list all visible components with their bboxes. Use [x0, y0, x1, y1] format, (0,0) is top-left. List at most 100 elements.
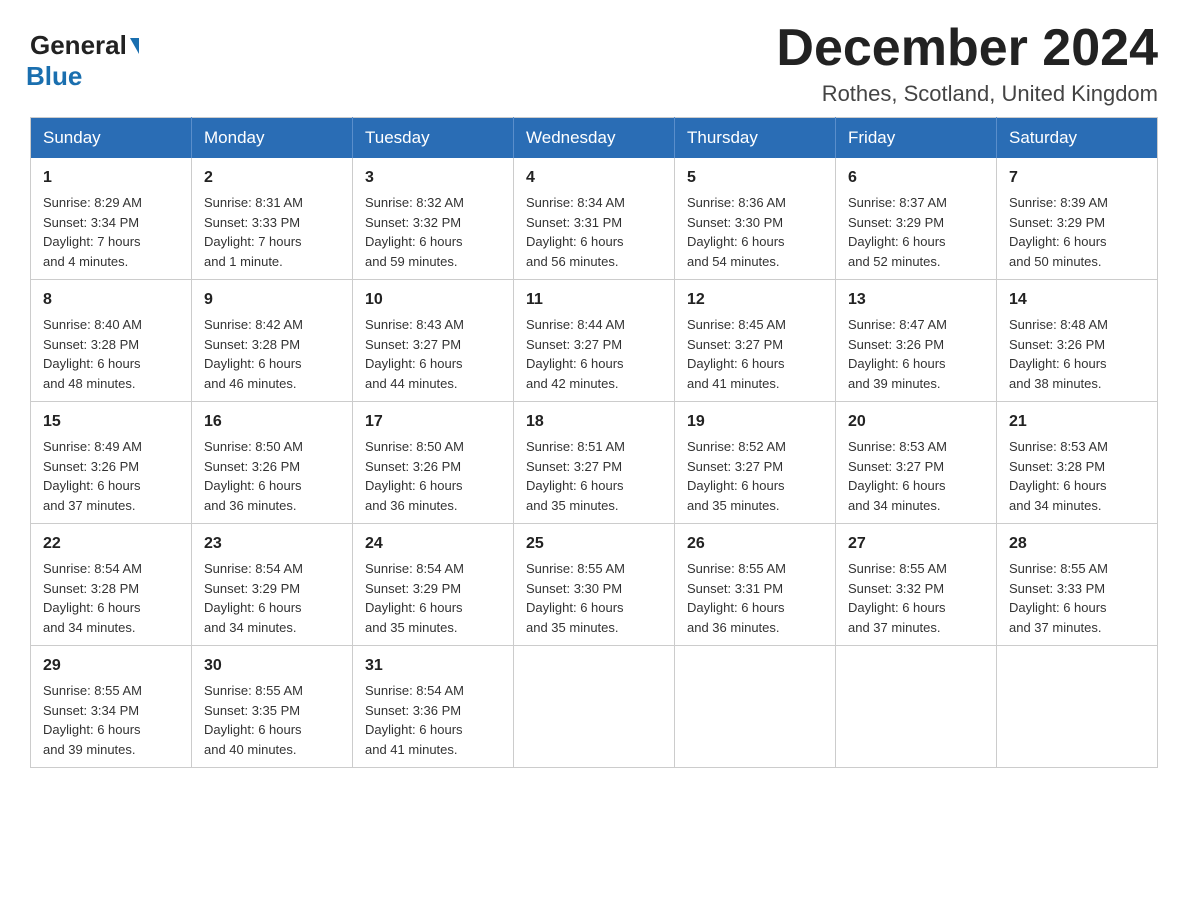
- day-cell-4: 4Sunrise: 8:34 AMSunset: 3:31 PMDaylight…: [514, 158, 675, 280]
- day-number: 9: [204, 288, 340, 312]
- title-section: December 2024 Rothes, Scotland, United K…: [776, 20, 1158, 107]
- day-cell-13: 13Sunrise: 8:47 AMSunset: 3:26 PMDayligh…: [836, 280, 997, 402]
- day-info: Sunrise: 8:34 AMSunset: 3:31 PMDaylight:…: [526, 193, 662, 271]
- day-info: Sunrise: 8:53 AMSunset: 3:28 PMDaylight:…: [1009, 437, 1145, 515]
- day-number: 2: [204, 166, 340, 190]
- calendar-table: Sunday Monday Tuesday Wednesday Thursday…: [30, 117, 1158, 768]
- day-info: Sunrise: 8:43 AMSunset: 3:27 PMDaylight:…: [365, 315, 501, 393]
- day-info: Sunrise: 8:52 AMSunset: 3:27 PMDaylight:…: [687, 437, 823, 515]
- day-number: 17: [365, 410, 501, 434]
- day-number: 10: [365, 288, 501, 312]
- day-number: 16: [204, 410, 340, 434]
- day-cell-24: 24 Sunrise: 8:54 AMSunset: 3:29 PMDayligh…: [353, 524, 514, 646]
- days-of-week-row: Sunday Monday Tuesday Wednesday Thursday…: [31, 118, 1158, 159]
- day-cell-19: 19 Sunrise: 8:52 AMSunset: 3:27 PMDayligh…: [675, 402, 836, 524]
- day-number: 7: [1009, 166, 1145, 190]
- day-cell-29: 29Sunrise: 8:55 AMSunset: 3:34 PMDayligh…: [31, 646, 192, 768]
- day-info: Sunrise: 8:40 AMSunset: 3:28 PMDaylight:…: [43, 315, 179, 393]
- day-cell-1: 1 Sunrise: 8:29 AMSunset: 3:34 PMDaylight…: [31, 158, 192, 280]
- day-cell-15: 15 Sunrise: 8:49 AMSunset: 3:26 PMDayligh…: [31, 402, 192, 524]
- day-info: Sunrise: 8:49 AMSunset: 3:26 PMDaylight:…: [43, 437, 179, 515]
- day-info: Sunrise: 8:47 AMSunset: 3:26 PMDaylight:…: [848, 315, 984, 393]
- week-row-5: 29Sunrise: 8:55 AMSunset: 3:34 PMDayligh…: [31, 646, 1158, 768]
- day-info: Sunrise: 8:50 AMSunset: 3:26 PMDaylight:…: [365, 437, 501, 515]
- day-cell-6: 6Sunrise: 8:37 AMSunset: 3:29 PMDaylight…: [836, 158, 997, 280]
- day-info: Sunrise: 8:32 AMSunset: 3:32 PMDaylight:…: [365, 193, 501, 271]
- day-cell-7: 7 Sunrise: 8:39 AMSunset: 3:29 PMDaylight…: [997, 158, 1158, 280]
- day-info: Sunrise: 8:42 AMSunset: 3:28 PMDaylight:…: [204, 315, 340, 393]
- day-cell-10: 10 Sunrise: 8:43 AMSunset: 3:27 PMDayligh…: [353, 280, 514, 402]
- day-number: 12: [687, 288, 823, 312]
- header-monday: Monday: [192, 118, 353, 159]
- day-number: 14: [1009, 288, 1145, 312]
- logo-general-text: General: [30, 30, 127, 61]
- day-info: Sunrise: 8:55 AMSunset: 3:34 PMDaylight:…: [43, 681, 179, 759]
- day-cell-30: 30 Sunrise: 8:55 AMSunset: 3:35 PMDayligh…: [192, 646, 353, 768]
- day-info: Sunrise: 8:54 AMSunset: 3:29 PMDaylight:…: [204, 559, 340, 637]
- day-cell-empty: [675, 646, 836, 768]
- day-cell-26: 26Sunrise: 8:55 AMSunset: 3:31 PMDayligh…: [675, 524, 836, 646]
- calendar-body: 1 Sunrise: 8:29 AMSunset: 3:34 PMDaylight…: [31, 158, 1158, 768]
- day-cell-empty: [836, 646, 997, 768]
- day-cell-21: 21 Sunrise: 8:53 AMSunset: 3:28 PMDayligh…: [997, 402, 1158, 524]
- week-row-1: 1 Sunrise: 8:29 AMSunset: 3:34 PMDaylight…: [31, 158, 1158, 280]
- day-info: Sunrise: 8:45 AMSunset: 3:27 PMDaylight:…: [687, 315, 823, 393]
- day-info: Sunrise: 8:55 AMSunset: 3:35 PMDaylight:…: [204, 681, 340, 759]
- day-cell-3: 3 Sunrise: 8:32 AMSunset: 3:32 PMDaylight…: [353, 158, 514, 280]
- day-info: Sunrise: 8:36 AMSunset: 3:30 PMDaylight:…: [687, 193, 823, 271]
- day-cell-22: 22Sunrise: 8:54 AMSunset: 3:28 PMDayligh…: [31, 524, 192, 646]
- day-number: 23: [204, 532, 340, 556]
- day-info: Sunrise: 8:31 AMSunset: 3:33 PMDaylight:…: [204, 193, 340, 271]
- day-cell-11: 11Sunrise: 8:44 AMSunset: 3:27 PMDayligh…: [514, 280, 675, 402]
- day-cell-28: 28 Sunrise: 8:55 AMSunset: 3:33 PMDayligh…: [997, 524, 1158, 646]
- week-row-4: 22Sunrise: 8:54 AMSunset: 3:28 PMDayligh…: [31, 524, 1158, 646]
- header-friday: Friday: [836, 118, 997, 159]
- logo-triangle-icon: [130, 38, 139, 54]
- day-number: 3: [365, 166, 501, 190]
- day-number: 30: [204, 654, 340, 678]
- header-tuesday: Tuesday: [353, 118, 514, 159]
- day-number: 1: [43, 166, 179, 190]
- day-info: Sunrise: 8:54 AMSunset: 3:28 PMDaylight:…: [43, 559, 179, 637]
- day-info: Sunrise: 8:44 AMSunset: 3:27 PMDaylight:…: [526, 315, 662, 393]
- day-cell-18: 18 Sunrise: 8:51 AMSunset: 3:27 PMDayligh…: [514, 402, 675, 524]
- week-row-2: 8 Sunrise: 8:40 AMSunset: 3:28 PMDaylight…: [31, 280, 1158, 402]
- day-cell-2: 2 Sunrise: 8:31 AMSunset: 3:33 PMDaylight…: [192, 158, 353, 280]
- day-info: Sunrise: 8:53 AMSunset: 3:27 PMDaylight:…: [848, 437, 984, 515]
- day-number: 24: [365, 532, 501, 556]
- day-cell-5: 5 Sunrise: 8:36 AMSunset: 3:30 PMDaylight…: [675, 158, 836, 280]
- day-info: Sunrise: 8:29 AMSunset: 3:34 PMDaylight:…: [43, 193, 179, 271]
- day-cell-empty: [997, 646, 1158, 768]
- day-number: 15: [43, 410, 179, 434]
- day-cell-17: 17 Sunrise: 8:50 AMSunset: 3:26 PMDayligh…: [353, 402, 514, 524]
- day-cell-25: 25Sunrise: 8:55 AMSunset: 3:30 PMDayligh…: [514, 524, 675, 646]
- day-number: 20: [848, 410, 984, 434]
- day-cell-12: 12 Sunrise: 8:45 AMSunset: 3:27 PMDayligh…: [675, 280, 836, 402]
- calendar-header: Sunday Monday Tuesday Wednesday Thursday…: [31, 118, 1158, 159]
- day-info: Sunrise: 8:39 AMSunset: 3:29 PMDaylight:…: [1009, 193, 1145, 271]
- header-wednesday: Wednesday: [514, 118, 675, 159]
- day-number: 21: [1009, 410, 1145, 434]
- day-number: 8: [43, 288, 179, 312]
- day-info: Sunrise: 8:55 AMSunset: 3:32 PMDaylight:…: [848, 559, 984, 637]
- location-title: Rothes, Scotland, United Kingdom: [776, 81, 1158, 107]
- day-info: Sunrise: 8:37 AMSunset: 3:29 PMDaylight:…: [848, 193, 984, 271]
- day-info: Sunrise: 8:54 AMSunset: 3:29 PMDaylight:…: [365, 559, 501, 637]
- month-title: December 2024: [776, 20, 1158, 77]
- day-cell-23: 23 Sunrise: 8:54 AMSunset: 3:29 PMDayligh…: [192, 524, 353, 646]
- day-cell-16: 16Sunrise: 8:50 AMSunset: 3:26 PMDayligh…: [192, 402, 353, 524]
- day-number: 28: [1009, 532, 1145, 556]
- page-header: General Blue December 2024 Rothes, Scotl…: [30, 20, 1158, 107]
- day-cell-14: 14Sunrise: 8:48 AMSunset: 3:26 PMDayligh…: [997, 280, 1158, 402]
- day-number: 19: [687, 410, 823, 434]
- day-number: 5: [687, 166, 823, 190]
- day-info: Sunrise: 8:55 AMSunset: 3:33 PMDaylight:…: [1009, 559, 1145, 637]
- day-cell-20: 20 Sunrise: 8:53 AMSunset: 3:27 PMDayligh…: [836, 402, 997, 524]
- day-cell-empty: [514, 646, 675, 768]
- week-row-3: 15 Sunrise: 8:49 AMSunset: 3:26 PMDayligh…: [31, 402, 1158, 524]
- logo-blue-text: Blue: [26, 61, 82, 91]
- day-number: 18: [526, 410, 662, 434]
- logo: General Blue: [30, 30, 139, 92]
- day-info: Sunrise: 8:51 AMSunset: 3:27 PMDaylight:…: [526, 437, 662, 515]
- header-sunday: Sunday: [31, 118, 192, 159]
